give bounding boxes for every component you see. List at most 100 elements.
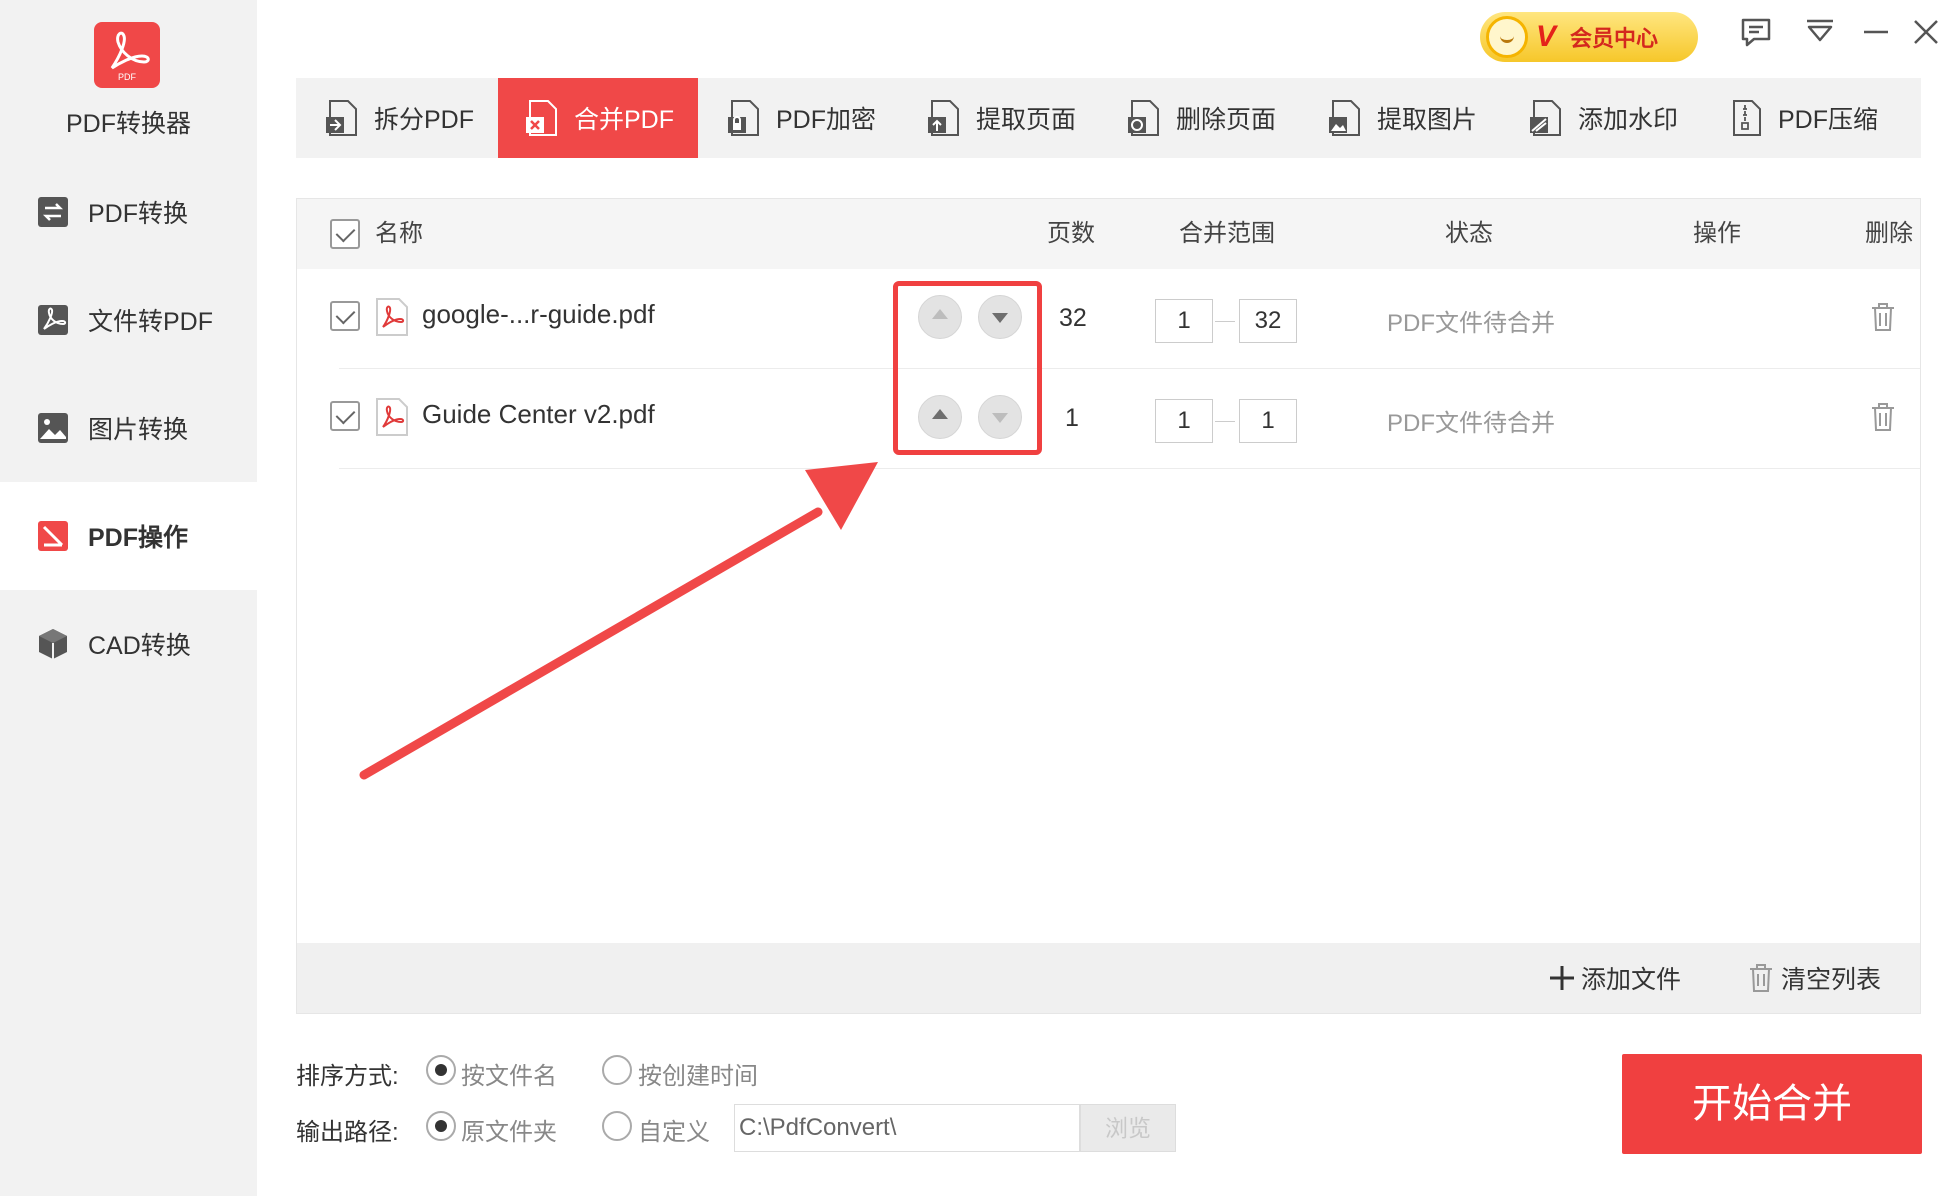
output-path-input[interactable]	[734, 1104, 1080, 1152]
tab-add-watermark[interactable]: 添加水印	[1528, 78, 1678, 158]
close-icon[interactable]	[1906, 12, 1946, 52]
header-merge-range: 合并范围	[1179, 220, 1275, 247]
vip-center-label: 会员中心	[1570, 26, 1659, 51]
sidebar-item-cad-convert[interactable]: CAD转换	[0, 590, 257, 698]
tab-extract-pages[interactable]: 提取页面	[926, 78, 1076, 158]
image-icon	[38, 413, 68, 443]
output-custom-radio[interactable]	[602, 1111, 632, 1141]
file-list: 名称 页数 合并范围 状态 操作 删除 google-...r-guide.pd…	[296, 198, 1921, 1014]
sidebar-item-pdf-operations[interactable]: PDF操作	[0, 482, 257, 590]
tab-label: 添加水印	[1578, 106, 1679, 134]
vip-letter: V	[1536, 20, 1557, 53]
split-pdf-icon	[326, 100, 357, 136]
cube-icon	[39, 629, 67, 659]
row-divider	[339, 468, 1920, 469]
header-name: 名称	[375, 220, 423, 247]
range-to-input[interactable]: 32	[1239, 299, 1297, 343]
select-all-checkbox[interactable]	[330, 219, 360, 249]
pdf-file-icon	[376, 298, 408, 336]
range-separator	[1215, 321, 1235, 322]
sort-by-name-radio[interactable]	[426, 1055, 456, 1085]
file-name: google-...r-guide.pdf	[422, 299, 655, 329]
page-count: 32	[1059, 304, 1087, 332]
menu-icon[interactable]	[1800, 12, 1840, 52]
sidebar-item-pdf-convert[interactable]: PDF转换	[0, 158, 257, 266]
add-file-label: 添加文件	[1581, 966, 1682, 994]
tab-label: PDF加密	[776, 106, 877, 134]
tool-tabs: 拆分PDF 合并PDF PDF加密 提取页面 删除页面 提取图片 添加水印 PD…	[296, 78, 1921, 158]
vip-avatar-icon	[1486, 16, 1528, 58]
app-logo: PDF	[94, 22, 160, 88]
sidebar-item-label: PDF操作	[88, 524, 189, 552]
trash-icon	[1750, 964, 1772, 992]
status-text: PDF文件待合并	[1387, 310, 1555, 337]
move-down-button[interactable]	[978, 295, 1022, 339]
delete-page-icon	[1128, 100, 1159, 136]
sidebar-item-label: 文件转PDF	[88, 308, 214, 336]
range-separator	[1215, 421, 1235, 422]
sort-label: 排序方式:	[296, 1063, 399, 1090]
sidebar-item-image-convert[interactable]: 图片转换	[0, 374, 257, 482]
page-count: 1	[1065, 404, 1079, 432]
tab-pdf-compress[interactable]: PDF压缩	[1728, 78, 1878, 158]
extract-page-icon	[928, 100, 959, 136]
minimize-icon[interactable]	[1856, 12, 1896, 52]
vip-center-button[interactable]: V 会员中心	[1480, 12, 1698, 62]
tab-split-pdf[interactable]: 拆分PDF	[324, 78, 474, 158]
tab-label: 拆分PDF	[374, 106, 475, 134]
add-file-button[interactable]: 添加文件	[1547, 943, 1681, 1013]
tab-label: PDF压缩	[1778, 106, 1879, 134]
tab-delete-pages[interactable]: 删除页面	[1126, 78, 1276, 158]
row-checkbox[interactable]	[330, 401, 360, 431]
convert-icon	[38, 197, 68, 227]
move-down-button[interactable]	[978, 395, 1022, 439]
header-delete: 删除	[1865, 220, 1913, 247]
clear-list-button[interactable]: 清空列表	[1747, 943, 1881, 1013]
tab-label: 提取页面	[976, 106, 1077, 134]
svg-text:PDF: PDF	[118, 72, 137, 82]
plus-icon	[1550, 966, 1574, 990]
tab-merge-pdf[interactable]: 合并PDF	[498, 78, 698, 158]
sort-by-created-label: 按创建时间	[638, 1063, 758, 1090]
tab-extract-images[interactable]: 提取图片	[1327, 78, 1477, 158]
tab-label: 提取图片	[1377, 106, 1478, 134]
start-merge-button[interactable]: 开始合并	[1622, 1054, 1922, 1154]
compress-icon	[1733, 100, 1761, 136]
tab-label: 删除页面	[1176, 106, 1277, 134]
sidebar-item-label: PDF转换	[88, 200, 189, 228]
output-original-folder-radio[interactable]	[426, 1111, 456, 1141]
pdf-edit-icon	[38, 521, 68, 551]
trash-icon[interactable]	[1869, 301, 1897, 333]
row-checkbox[interactable]	[330, 301, 360, 331]
sidebar-item-label: CAD转换	[88, 632, 191, 660]
pdf-logo-icon: PDF	[110, 31, 150, 82]
browse-button[interactable]: 浏览	[1080, 1104, 1176, 1152]
range-from-input[interactable]: 1	[1155, 399, 1213, 443]
move-up-button[interactable]	[918, 295, 962, 339]
header-status: 状态	[1445, 220, 1493, 247]
sidebar-item-label: 图片转换	[88, 416, 189, 444]
trash-icon[interactable]	[1869, 401, 1897, 433]
range-to-input[interactable]: 1	[1239, 399, 1297, 443]
header-pages: 页数	[1047, 220, 1095, 247]
move-up-button[interactable]	[918, 395, 962, 439]
app-name: PDF转换器	[65, 110, 191, 138]
extract-image-icon	[1329, 100, 1360, 136]
sort-by-name-label: 按文件名	[461, 1063, 557, 1090]
clear-list-label: 清空列表	[1781, 966, 1882, 994]
range-from-input[interactable]: 1	[1155, 299, 1213, 343]
lock-icon	[728, 100, 759, 136]
table-row[interactable]: Guide Center v2.pdf 1 1 1 PDF文件待合并	[297, 369, 1920, 469]
sort-by-created-radio[interactable]	[602, 1055, 632, 1085]
watermark-icon	[1530, 100, 1561, 136]
file-list-header: 名称 页数 合并范围 状态 操作 删除	[297, 199, 1920, 269]
feedback-icon[interactable]	[1736, 12, 1776, 52]
table-row[interactable]: google-...r-guide.pdf 32 1 32 PDF文件待合并	[297, 269, 1920, 369]
sidebar-item-file-to-pdf[interactable]: 文件转PDF	[0, 266, 257, 374]
status-text: PDF文件待合并	[1387, 410, 1555, 437]
sidebar: PDF PDF转换器 PDF转换 文件转PDF 图片转换 PDF操作 CAD转换	[0, 0, 257, 1196]
output-path-label: 输出路径:	[296, 1119, 399, 1146]
pdf-logo-icon	[38, 305, 68, 335]
output-original-folder-label: 原文件夹	[461, 1119, 557, 1146]
tab-pdf-encrypt[interactable]: PDF加密	[726, 78, 876, 158]
